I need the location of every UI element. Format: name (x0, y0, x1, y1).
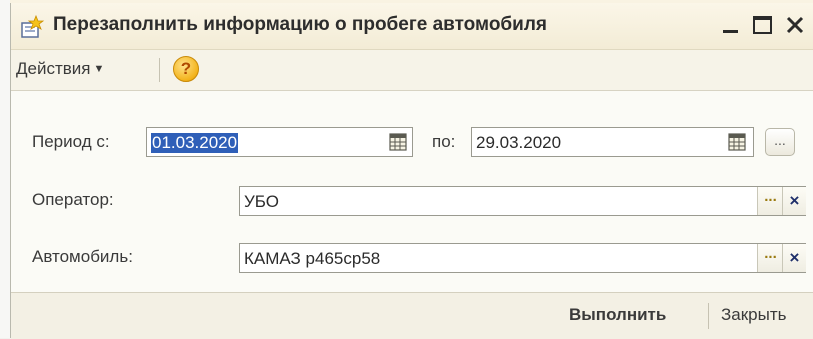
operator-clear-icon[interactable]: × (782, 187, 806, 215)
run-button[interactable]: Выполнить (569, 305, 666, 325)
dialog-window: Перезаполнить информацию о пробеге автом… (10, 3, 813, 339)
vehicle-clear-icon[interactable]: × (782, 244, 806, 272)
minimize-icon[interactable] (719, 13, 743, 37)
form-edit-icon (21, 14, 45, 38)
period-to-value: 29.03.2020 (476, 133, 562, 152)
vehicle-field[interactable]: КАМАЗ р465ср58 ... × (239, 243, 806, 273)
vehicle-pick-button[interactable]: ... (757, 244, 783, 272)
operator-field[interactable]: УБО ... × (239, 186, 806, 216)
period-from-label: Период с: (32, 132, 110, 151)
vehicle-value: КАМАЗ р465ср58 (244, 249, 381, 268)
period-from-field[interactable]: 01.03.2020 (146, 127, 413, 157)
help-button[interactable]: ? (173, 56, 199, 82)
actions-menu[interactable]: Действия ▼ (16, 59, 104, 79)
calendar-icon[interactable] (726, 131, 748, 153)
toolbar: Действия ▼ ? (11, 50, 813, 91)
operator-label: Оператор: (32, 190, 114, 209)
close-window-icon[interactable] (783, 13, 807, 37)
period-select-button[interactable]: ... (765, 128, 795, 156)
chevron-down-icon: ▼ (93, 63, 105, 75)
calendar-icon[interactable] (387, 131, 409, 153)
period-to-label: по: (432, 132, 456, 151)
footer-separator (708, 303, 709, 329)
operator-pick-button[interactable]: ... (757, 187, 783, 215)
actions-menu-label: Действия (16, 59, 91, 78)
toolbar-separator (159, 58, 160, 82)
window-title: Перезаполнить информацию о пробеге автом… (53, 14, 548, 35)
close-button[interactable]: Закрыть (721, 305, 786, 325)
vehicle-label: Автомобиль: (32, 247, 133, 266)
maximize-icon[interactable] (751, 13, 775, 37)
footer-bar: Выполнить Закрыть (11, 292, 813, 339)
title-bar[interactable]: Перезаполнить информацию о пробеге автом… (11, 3, 813, 50)
period-to-field[interactable]: 29.03.2020 (471, 127, 754, 157)
period-from-value: 01.03.2020 (151, 133, 239, 153)
operator-value: УБО (244, 192, 279, 211)
